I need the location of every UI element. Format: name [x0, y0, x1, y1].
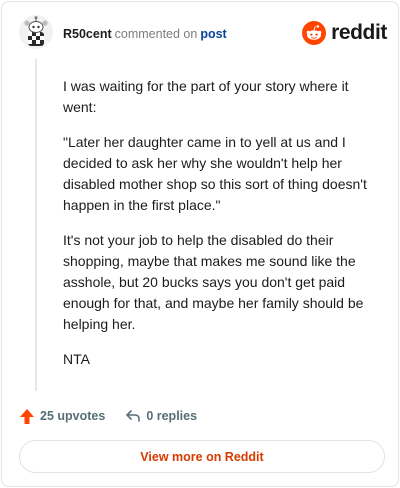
- reply-count: 0 replies: [146, 409, 198, 423]
- reply-arrow-icon: [126, 410, 141, 422]
- comment-body: I was waiting for the part of your story…: [63, 76, 378, 384]
- upvote-button[interactable]: 25 upvotes: [19, 408, 105, 425]
- brand-wordmark: reddit: [331, 21, 387, 44]
- snoo-avatar-icon: [19, 15, 53, 49]
- user-avatar[interactable]: [19, 15, 53, 49]
- reddit-brand[interactable]: reddit: [302, 20, 387, 46]
- comment-paragraph: NTA: [63, 351, 90, 367]
- replies-button[interactable]: 0 replies: [125, 409, 197, 423]
- thread-line: [35, 59, 37, 391]
- action-text: commented on: [114, 27, 198, 41]
- view-more-button[interactable]: View more on Reddit: [19, 440, 385, 473]
- comment-paragraph: "Later her daughter came in to yell at u…: [63, 134, 367, 213]
- upvote-arrow-icon: [20, 408, 34, 424]
- comment-paragraph: It's not your job to help the disabled d…: [63, 232, 364, 332]
- post-link[interactable]: post: [200, 27, 226, 41]
- comment-header: R50cent commented on post reddit: [19, 15, 387, 55]
- comment-actions: 25 upvotes 0 replies: [19, 406, 197, 426]
- reddit-logo-icon: [302, 21, 327, 45]
- comment-embed-card: R50cent commented on post reddit I was wai…: [1, 1, 399, 487]
- upvote-count: 25 upvotes: [40, 409, 106, 423]
- comment-paragraph: I was waiting for the part of your story…: [63, 78, 349, 115]
- comment-meta: R50cent commented on post: [63, 27, 227, 41]
- username-link[interactable]: R50cent: [63, 27, 112, 41]
